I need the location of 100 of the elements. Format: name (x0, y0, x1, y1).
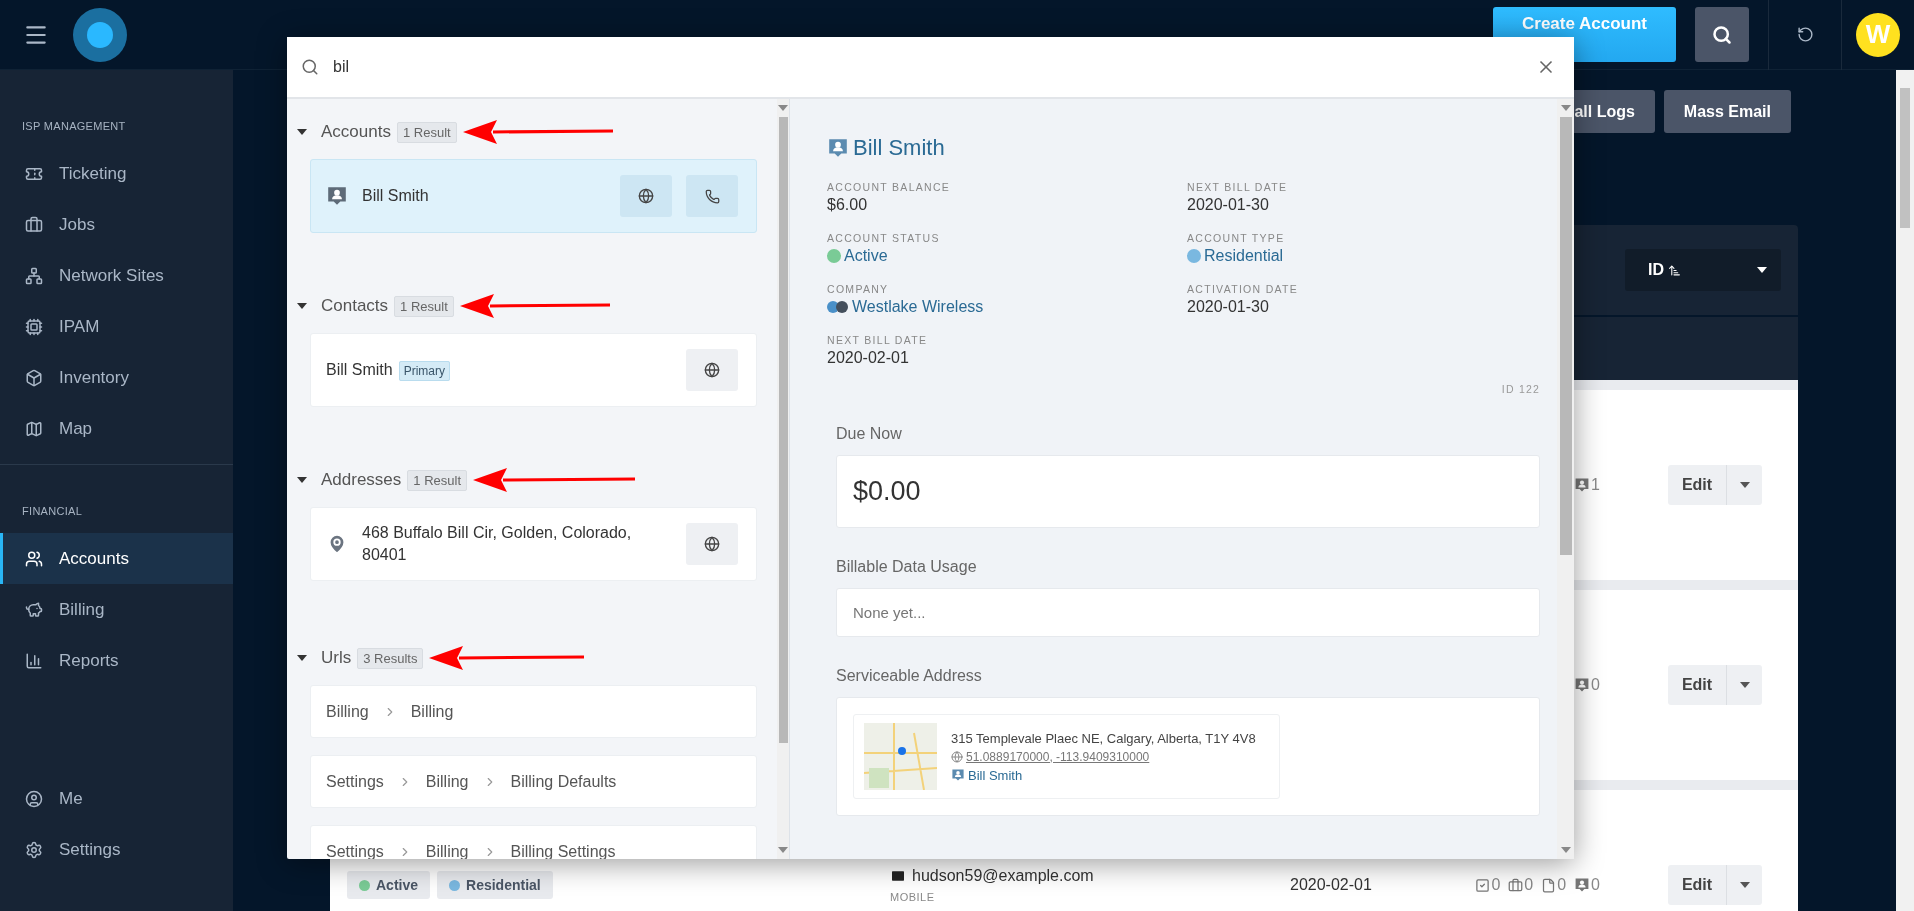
box-icon (25, 368, 43, 387)
refresh-icon[interactable] (1796, 26, 1814, 43)
contact-card-icon (951, 768, 965, 782)
search-icon (1712, 24, 1732, 45)
contact-card-icon (326, 185, 348, 207)
dropdown-button[interactable] (1727, 865, 1762, 905)
date-text: 2020-02-01 (1290, 876, 1373, 894)
sidebar-item[interactable]: Billing (0, 584, 233, 635)
account-result[interactable]: Bill Smith (310, 159, 757, 233)
address-result[interactable]: 468 Buffalo Bill Cir, Golden, Colorado, 80401 (310, 507, 757, 581)
edit-button[interactable]: Edit (1668, 465, 1727, 505)
contact-link[interactable]: Bill Smith (951, 767, 1256, 783)
field-label: ACCOUNT STATUS (827, 232, 941, 244)
sidebar-item[interactable]: IPAM (0, 301, 233, 352)
field-label: ACTIVATION DATE (1187, 283, 1300, 295)
count-text: 0 (1491, 876, 1501, 894)
usage-panel: None yet... (836, 588, 1540, 637)
collapse-caret-icon[interactable] (297, 655, 307, 661)
url-result[interactable]: Billing Billing (310, 685, 757, 738)
count-text: 0 (1557, 876, 1567, 894)
field-label: ACCOUNT TYPE (1187, 232, 1286, 244)
count-text: 1 (1591, 476, 1600, 494)
section-title: Addresses (321, 470, 402, 490)
field-value: 2020-01-30 (1187, 298, 1270, 316)
address-text: 315 Templevale Plaec NE, Calgary, Alberta, T1Y 4V8 (951, 730, 1256, 746)
search-button[interactable] (1695, 7, 1749, 62)
search-icon (301, 58, 319, 76)
field-label: ACCOUNT BALANCE (827, 181, 952, 193)
sidebar-item[interactable]: Settings (0, 824, 233, 875)
dropdown-button[interactable] (1727, 665, 1762, 705)
field-label: COMPANY (827, 283, 890, 295)
sidebar-item[interactable]: Ticketing (0, 148, 233, 199)
status-badge: Residential (437, 871, 553, 899)
count-text: 0 (1524, 876, 1534, 894)
result-count: 3 Results (357, 647, 424, 669)
user-icon (25, 789, 43, 808)
collapse-caret-icon[interactable] (297, 303, 307, 309)
phone-button[interactable] (686, 175, 738, 217)
result-count: 1 Result (396, 121, 457, 143)
breadcrumb-text: Billing (425, 772, 469, 791)
caret-icon (1757, 267, 1767, 273)
collapse-caret-icon[interactable] (297, 129, 307, 135)
coordinates-link[interactable]: 51.0889170000, -113.9409310000 (951, 749, 1256, 764)
briefcase-icon (1508, 877, 1524, 893)
settings-icon (25, 840, 43, 859)
sidebar-item[interactable]: Accounts (0, 533, 233, 584)
globe-icon (951, 750, 963, 763)
globe-button[interactable] (686, 349, 738, 391)
contact-card-icon (1574, 877, 1591, 893)
contact-card-icon (827, 137, 849, 159)
breadcrumb-text: Billing (425, 842, 469, 859)
sidebar-item[interactable]: Jobs (0, 199, 233, 250)
breadcrumb-text: Billing Defaults (510, 772, 617, 791)
breadcrumb-text: Settings (326, 772, 384, 791)
url-result[interactable]: Settings Billing Billing Settings (310, 825, 757, 859)
field-value[interactable]: Active (844, 247, 888, 265)
section-label: Due Now (836, 425, 903, 443)
breadcrumb-text: Billing (326, 702, 369, 721)
phone-icon (704, 188, 720, 204)
checkbox-icon (1475, 877, 1491, 893)
sidebar-item[interactable]: Network Sites (0, 250, 233, 301)
edit-button[interactable]: Edit (1668, 665, 1727, 705)
map-icon (25, 419, 43, 438)
count-text: 0 (1591, 876, 1600, 894)
primary-tag: Primary (398, 361, 451, 382)
toolbar-button[interactable]: Mass Email (1663, 90, 1791, 133)
sort-icon (1668, 263, 1681, 277)
sort-select[interactable]: ID (1625, 249, 1781, 291)
sidebar-item[interactable]: Reports (0, 635, 233, 686)
edit-button[interactable]: Edit (1668, 865, 1727, 905)
field-value[interactable]: Westlake Wireless (852, 298, 984, 316)
piggy-bank-icon (25, 600, 43, 619)
field-value: 2020-01-30 (1187, 196, 1270, 214)
url-result[interactable]: Settings Billing Billing Defaults (310, 755, 757, 808)
field-value[interactable]: Residential (1204, 247, 1284, 265)
field-label: NEXT BILL DATE (1187, 181, 1289, 193)
globe-icon (638, 188, 654, 204)
sidebar-heading: FINANCIAL (21, 505, 84, 517)
sidebar-item[interactable]: Inventory (0, 352, 233, 403)
amount-panel: $0.00 (836, 455, 1540, 528)
sidebar-item[interactable]: Me (0, 773, 233, 824)
globe-button[interactable] (620, 175, 672, 217)
collapse-caret-icon[interactable] (297, 477, 307, 483)
id-text: ID 122 (1500, 383, 1540, 395)
email-text: hudson59@example.com (890, 867, 1290, 885)
app-logo[interactable] (73, 7, 127, 62)
search-field[interactable]: bil (287, 37, 1518, 99)
contact-result[interactable]: Bill Smith Primary (310, 333, 757, 407)
bar-chart-icon (25, 651, 43, 670)
account-name: Bill Smith (853, 135, 945, 161)
users-icon (25, 549, 43, 568)
section-title: Accounts (321, 122, 391, 142)
contact-card-icon (1574, 677, 1591, 693)
breadcrumb-text: Settings (326, 842, 384, 859)
globe-button[interactable] (686, 523, 738, 565)
dropdown-button[interactable] (1727, 465, 1762, 505)
chip-icon (25, 317, 43, 336)
sidebar-item[interactable]: Map (0, 403, 233, 454)
company-logo-icon (827, 301, 849, 313)
section-title: Contacts (321, 296, 389, 316)
